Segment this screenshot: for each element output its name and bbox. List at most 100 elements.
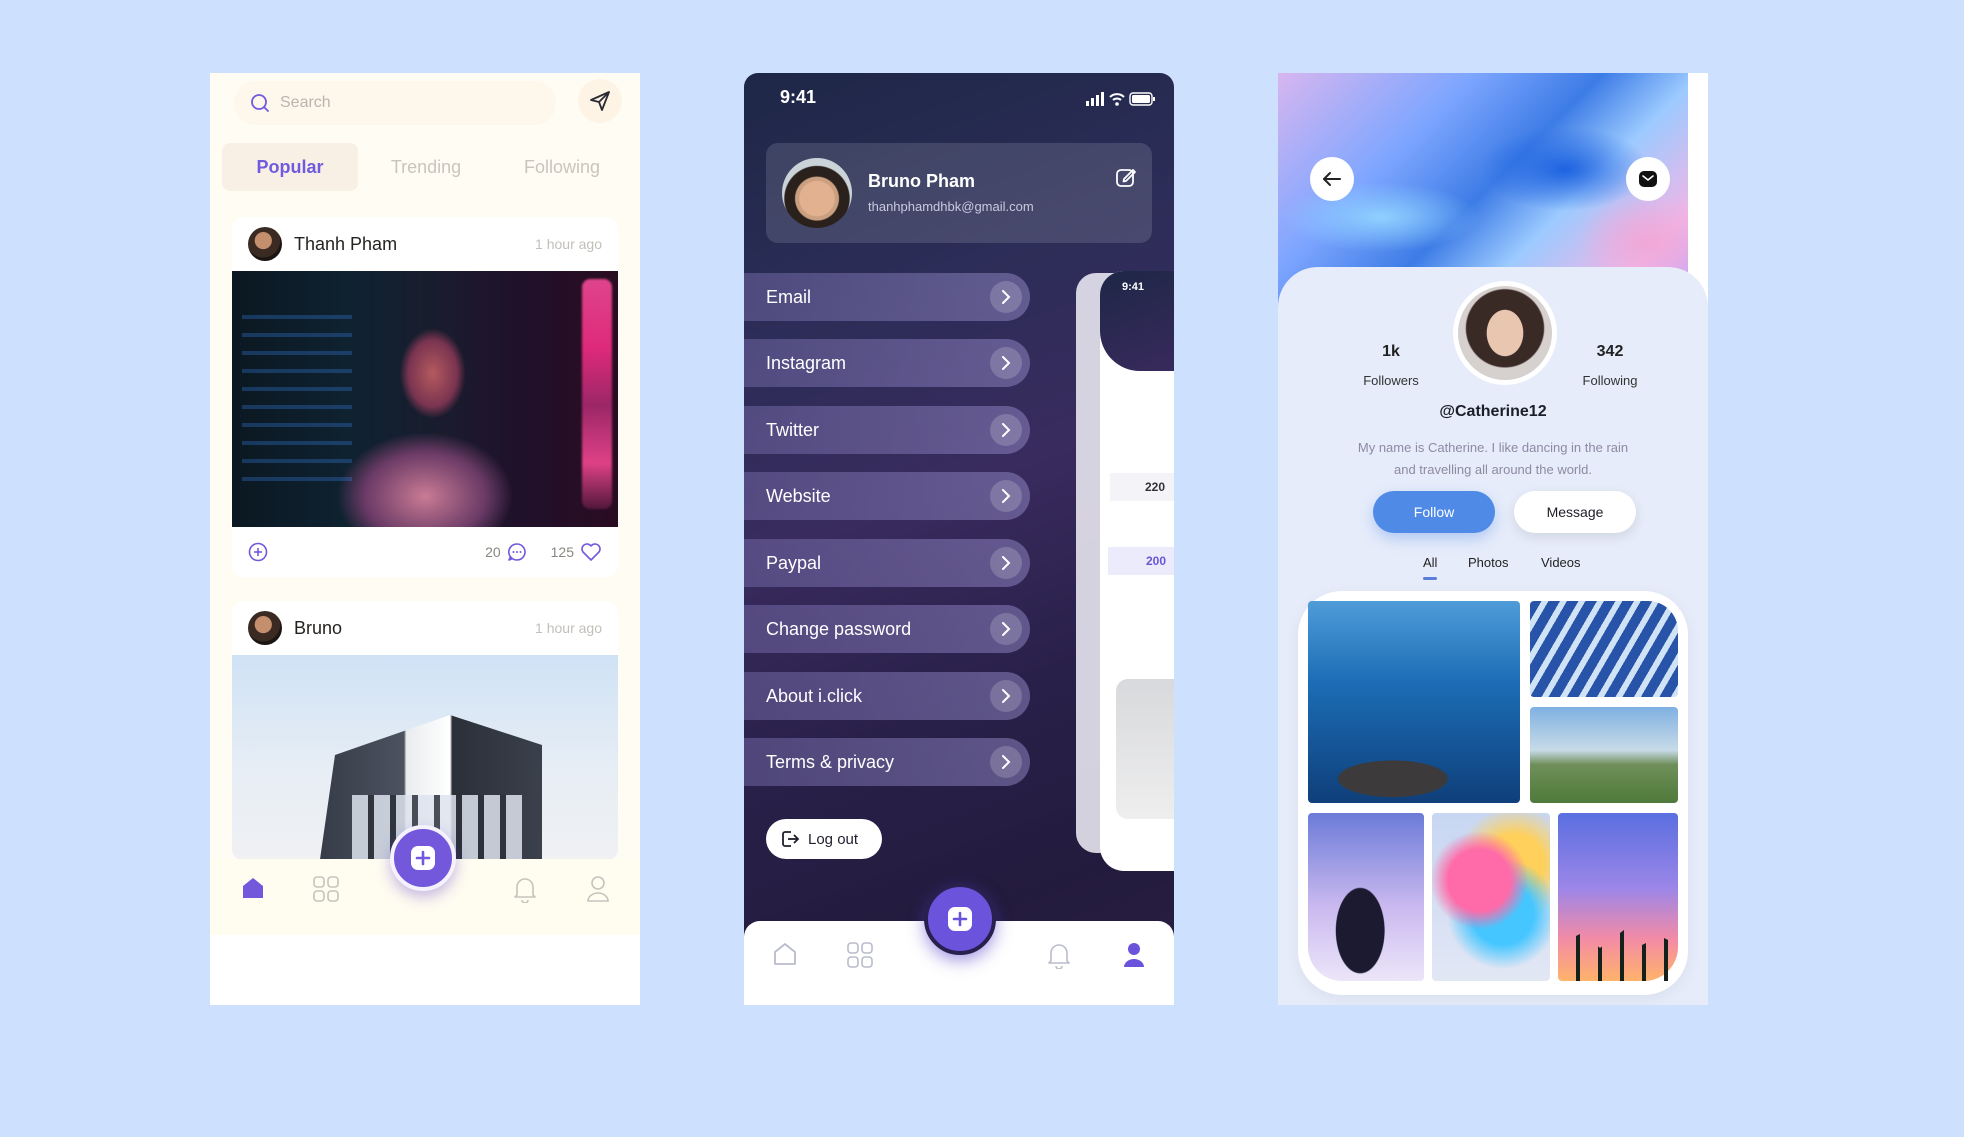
gallery-photo[interactable] xyxy=(1308,601,1520,803)
back-button[interactable] xyxy=(1310,157,1354,201)
menu-item-twitter[interactable]: Twitter xyxy=(744,406,1030,454)
post-header: Thanh Pham 1 hour ago xyxy=(232,217,618,271)
user-icon[interactable] xyxy=(1122,941,1146,969)
chevron-right-icon xyxy=(990,347,1022,379)
chevron-right-icon xyxy=(990,281,1022,313)
tab-following[interactable]: Following xyxy=(494,143,630,191)
menu-item-label: Twitter xyxy=(766,419,820,440)
menu-item-paypal[interactable]: Paypal xyxy=(744,539,1030,587)
search-placeholder: Search xyxy=(280,94,331,111)
bell-icon[interactable] xyxy=(1046,941,1072,969)
search-input[interactable]: Search xyxy=(234,81,556,125)
plus-icon xyxy=(948,907,972,931)
logout-label: Log out xyxy=(808,830,859,848)
post-author[interactable]: Bruno xyxy=(294,618,342,639)
following-label: Following xyxy=(1582,373,1638,388)
chevron-right-icon xyxy=(990,746,1022,778)
tab-videos[interactable]: Videos xyxy=(1541,555,1581,570)
background-screen-preview: 9:41 220 200 xyxy=(1100,271,1174,871)
search-icon xyxy=(251,94,269,112)
gallery-photo[interactable] xyxy=(1530,707,1678,803)
grid-icon[interactable] xyxy=(312,875,340,903)
plus-icon xyxy=(411,846,435,870)
settings-screen: 9:41 Bruno Pham thanhphamdhbk@gmail.com … xyxy=(744,73,1174,1005)
chevron-right-icon xyxy=(990,613,1022,645)
logout-button[interactable]: Log out xyxy=(766,819,882,859)
post-card: Thanh Pham 1 hour ago 20 125 xyxy=(232,217,618,577)
menu-item-label: Change password xyxy=(766,618,912,639)
bell-icon[interactable] xyxy=(512,875,538,903)
tab-all[interactable]: All xyxy=(1423,555,1438,580)
chevron-right-icon xyxy=(990,414,1022,446)
post-time: 1 hour ago xyxy=(535,620,602,636)
menu-item-instagram[interactable]: Instagram xyxy=(744,339,1030,387)
grid-icon[interactable] xyxy=(846,941,874,969)
followers-label: Followers xyxy=(1363,373,1419,388)
create-post-button[interactable] xyxy=(924,883,996,955)
avatar[interactable] xyxy=(1453,281,1557,385)
profile-card[interactable]: Bruno Pham thanhphamdhbk@gmail.com xyxy=(766,143,1152,243)
followers-count: 1k xyxy=(1382,343,1400,360)
mail-icon xyxy=(1639,171,1657,187)
palm-trees xyxy=(1558,930,1678,981)
menu-item-terms[interactable]: Terms & privacy xyxy=(744,738,1030,786)
send-button[interactable] xyxy=(578,79,622,123)
menu-item-email[interactable]: Email xyxy=(744,273,1030,321)
photo-gallery xyxy=(1298,591,1688,995)
menu-item-website[interactable]: Website xyxy=(744,472,1030,520)
like-count-group[interactable]: 125 xyxy=(551,542,602,562)
followers-stat[interactable]: 1k Followers xyxy=(1331,343,1451,388)
status-icons xyxy=(1086,92,1155,106)
avatar[interactable] xyxy=(782,158,852,228)
menu-item-label: Paypal xyxy=(766,552,822,573)
post-image[interactable] xyxy=(232,271,618,527)
arrow-left-icon xyxy=(1323,172,1341,186)
avatar[interactable] xyxy=(248,611,282,645)
follow-button[interactable]: Follow xyxy=(1373,491,1495,533)
message-button[interactable]: Message xyxy=(1514,491,1636,533)
following-count: 342 xyxy=(1596,343,1624,360)
gallery-photo[interactable] xyxy=(1530,601,1678,697)
preview-time: 9:41 xyxy=(1122,281,1145,293)
post-actions: 20 125 xyxy=(232,527,618,577)
comment-count-group[interactable]: 20 xyxy=(485,542,527,562)
menu-item-label: Terms & privacy xyxy=(766,751,895,772)
gallery-photo[interactable] xyxy=(1308,813,1424,981)
post-author[interactable]: Thanh Pham xyxy=(294,234,397,255)
profile-name: Bruno Pham xyxy=(868,171,976,191)
menu-item-label: Instagram xyxy=(766,352,847,373)
menu-item-change-password[interactable]: Change password xyxy=(744,605,1030,653)
add-circle-icon[interactable] xyxy=(248,542,268,562)
feed-tabs: Popular Trending Following xyxy=(222,143,630,191)
avatar[interactable] xyxy=(248,227,282,261)
like-count: 125 xyxy=(550,544,574,560)
feed-screen: Search Popular Trending Following Thanh … xyxy=(210,73,640,1005)
comment-icon xyxy=(507,543,526,561)
home-icon[interactable] xyxy=(240,875,266,901)
chevron-right-icon xyxy=(990,547,1022,579)
chevron-right-icon xyxy=(990,680,1022,712)
status-time: 9:41 xyxy=(780,87,817,107)
home-icon[interactable] xyxy=(772,941,798,967)
heart-icon xyxy=(581,543,601,561)
edit-icon[interactable] xyxy=(1114,165,1138,189)
send-icon xyxy=(590,91,610,111)
create-post-button[interactable] xyxy=(390,825,456,891)
profile-email: thanhphamdhbk@gmail.com xyxy=(868,199,1034,214)
tab-trending[interactable]: Trending xyxy=(358,143,494,191)
tab-photos[interactable]: Photos xyxy=(1468,555,1508,570)
menu-item-about[interactable]: About i.click xyxy=(744,672,1030,720)
gallery-photo[interactable] xyxy=(1432,813,1550,981)
gallery-photo[interactable] xyxy=(1558,813,1678,981)
comment-count: 20 xyxy=(485,544,501,560)
menu-item-label: About i.click xyxy=(766,685,863,706)
mail-button[interactable] xyxy=(1626,157,1670,201)
menu-item-label: Email xyxy=(766,286,812,307)
following-stat[interactable]: 342 Following xyxy=(1550,343,1670,388)
chevron-right-icon xyxy=(990,480,1022,512)
logout-icon xyxy=(782,831,800,847)
post-card: Bruno 1 hour ago xyxy=(232,601,618,861)
tab-popular[interactable]: Popular xyxy=(222,143,358,191)
user-icon[interactable] xyxy=(586,875,610,903)
preview-value: 200 xyxy=(1108,547,1174,575)
